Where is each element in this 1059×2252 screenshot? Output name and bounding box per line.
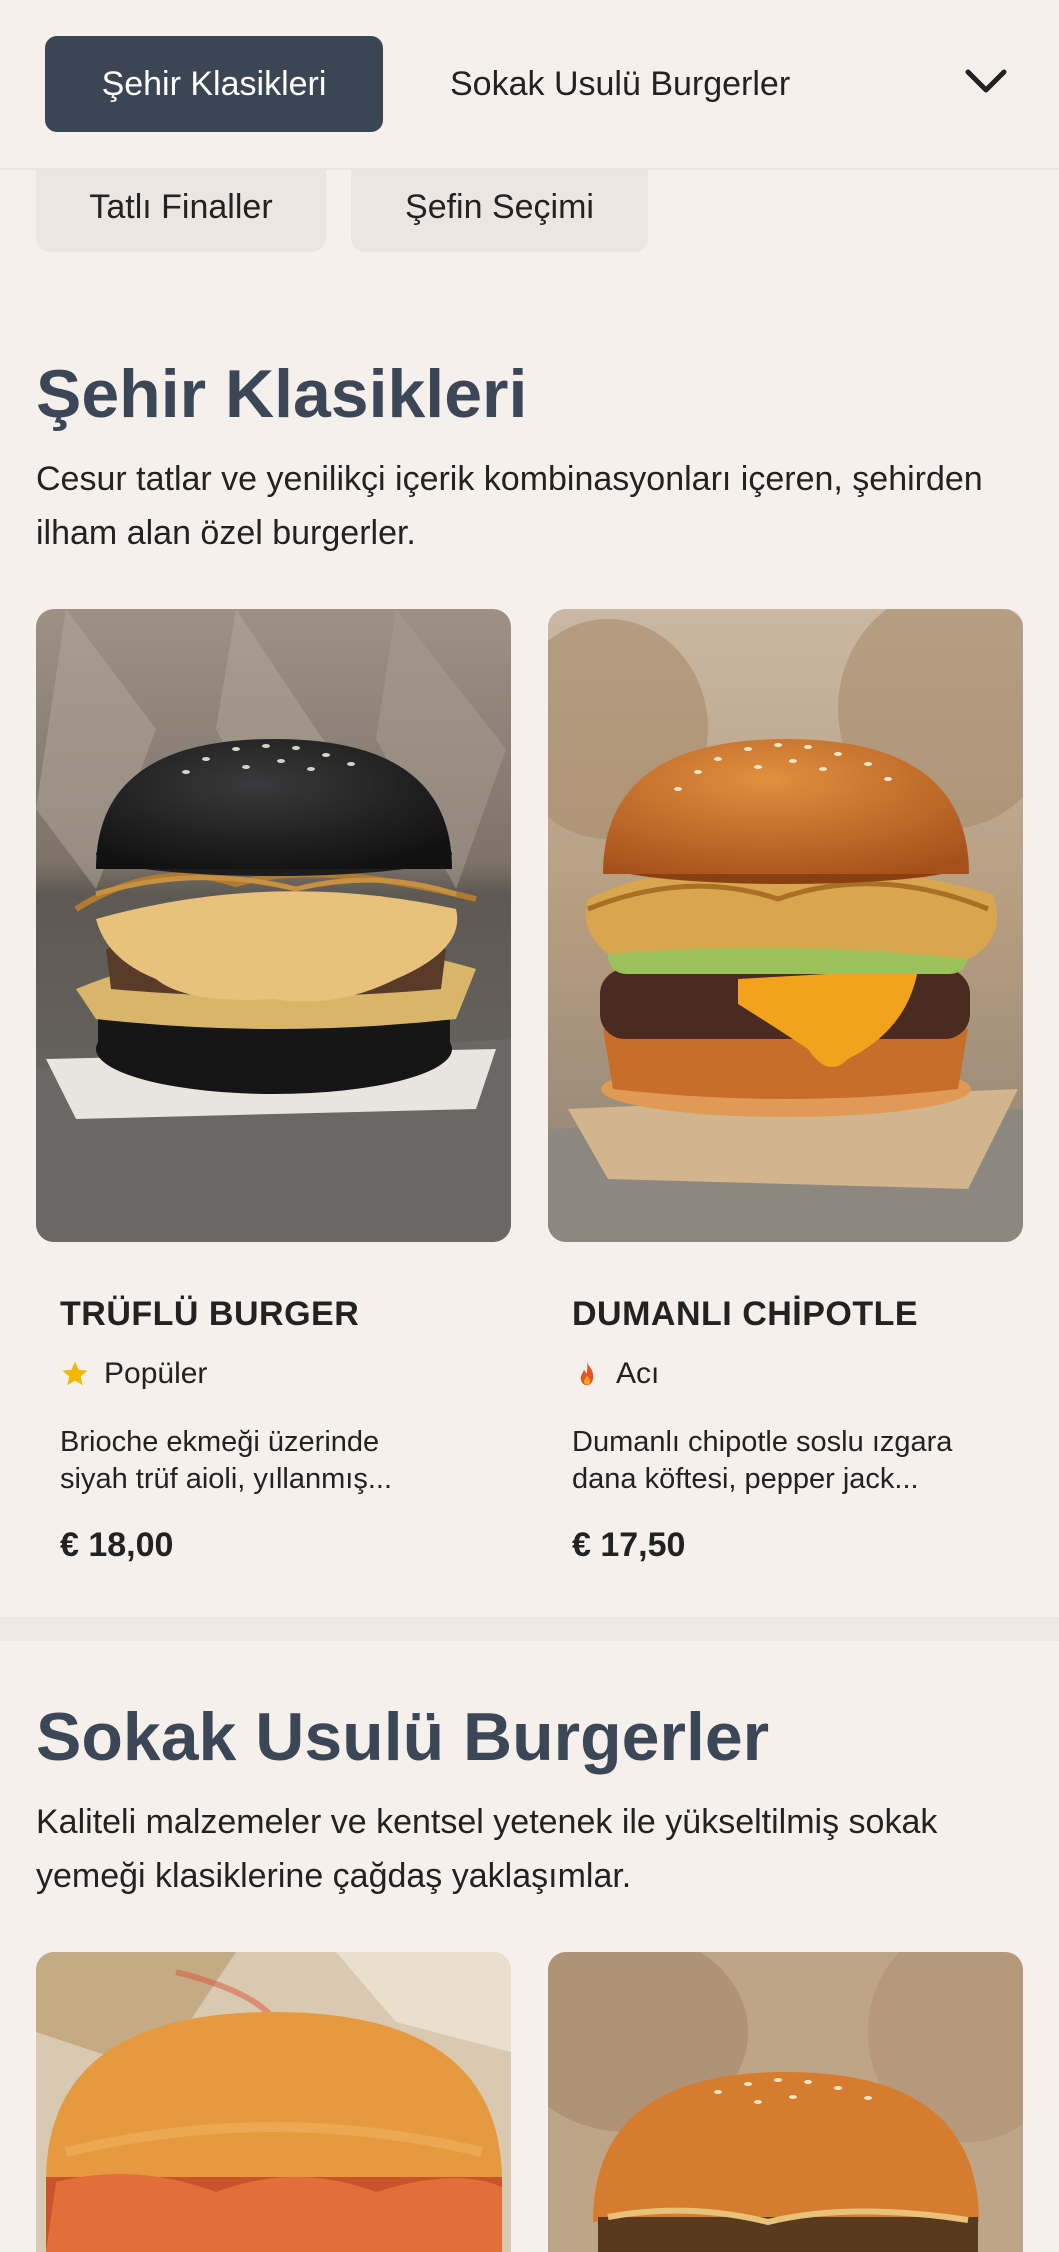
item-description-line: Dumanlı chipotle soslu ızgara bbox=[572, 1426, 953, 1458]
item-description-line: dana köftesi, pepper jack... bbox=[572, 1463, 919, 1495]
item-description-line: siyah trüf aioli, yıllanmış... bbox=[60, 1463, 392, 1495]
status-badge: Popüler bbox=[60, 1357, 207, 1391]
section-title: Sokak Usulü Burgerler bbox=[36, 1699, 770, 1775]
item-name: TRÜFLÜ BURGER bbox=[60, 1295, 360, 1333]
chevron-down-icon[interactable] bbox=[960, 60, 1012, 104]
chipotle-burger-image[interactable] bbox=[548, 609, 1023, 1242]
flame-icon bbox=[572, 1359, 602, 1389]
item-description: Dumanlı chipotle soslu ızgara dana köfte… bbox=[572, 1424, 1012, 1498]
star-icon bbox=[60, 1359, 90, 1389]
item-name: DUMANLI CHİPOTLE bbox=[572, 1295, 919, 1333]
status-badge: Acı bbox=[572, 1357, 659, 1391]
item-tag-label: Popüler bbox=[104, 1357, 208, 1390]
tab-sokak-usulu-burgerler[interactable]: Sokak Usulü Burgerler bbox=[450, 36, 790, 132]
tab-sefin-secimi[interactable]: Şefin Seçimi bbox=[351, 162, 648, 252]
section-title: Şehir Klasikleri bbox=[36, 356, 528, 432]
tab-tatli-finaller[interactable]: Tatlı Finaller bbox=[36, 162, 326, 252]
street-burger-image[interactable] bbox=[548, 1952, 1023, 2252]
section-description: Kaliteli malzemeler ve kentsel yetenek i… bbox=[36, 1803, 938, 1895]
item-price: € 17,50 bbox=[572, 1526, 686, 1564]
item-description: Brioche ekmeği üzerinde siyah trüf aioli… bbox=[60, 1424, 500, 1498]
item-price: € 18,00 bbox=[60, 1526, 174, 1564]
section-description: Cesur tatlar ve yenilikçi içerik kombina… bbox=[36, 460, 983, 552]
street-burger-image[interactable] bbox=[36, 1952, 511, 2252]
truffle-burger-image[interactable] bbox=[36, 609, 511, 1242]
section-divider bbox=[0, 1617, 1059, 1641]
item-tag-label: Acı bbox=[616, 1357, 660, 1390]
tab-sehir-klasikleri[interactable]: Şehir Klasikleri bbox=[45, 36, 383, 132]
item-description-line: Brioche ekmeği üzerinde bbox=[60, 1426, 380, 1458]
category-nav: Şehir Klasikleri Sokak Usulü Burgerler bbox=[0, 0, 1059, 170]
